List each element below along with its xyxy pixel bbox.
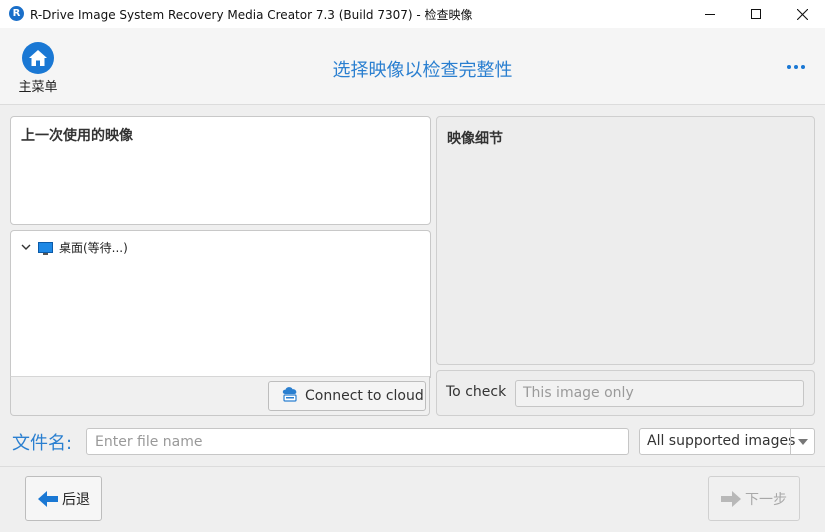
minimize-icon xyxy=(705,14,715,15)
image-details-heading: 映像细节 xyxy=(447,131,503,147)
tree-item-desktop[interactable]: 桌面(等待...) xyxy=(20,239,128,256)
desktop-icon xyxy=(38,242,53,255)
chevron-down-icon[interactable] xyxy=(20,242,32,254)
file-name-label: 文件名: xyxy=(12,433,73,454)
image-type-select[interactable]: All supported images xyxy=(639,428,815,455)
image-type-value: All supported images xyxy=(647,433,796,449)
close-button[interactable] xyxy=(779,0,825,28)
window-title: R-Drive Image System Recovery Media Crea… xyxy=(30,8,473,22)
dropdown-arrow-icon[interactable] xyxy=(790,429,815,454)
minimize-button[interactable] xyxy=(687,0,733,28)
arrow-right-icon xyxy=(721,490,741,507)
maximize-icon xyxy=(751,9,761,19)
more-dot xyxy=(801,65,805,69)
folder-tree-panel[interactable]: 桌面(等待...) xyxy=(10,230,431,378)
recent-images-panel[interactable]: 上一次使用的映像 xyxy=(10,116,431,225)
file-name-input[interactable]: Enter file name xyxy=(86,428,629,455)
arrow-left-icon xyxy=(38,490,58,507)
image-details-panel: 映像细节 xyxy=(436,116,815,365)
connect-cloud-button[interactable]: Connect to cloud xyxy=(268,381,426,411)
back-button[interactable]: 后退 xyxy=(25,476,102,521)
to-check-field: This image only xyxy=(515,380,804,407)
cloud-icon xyxy=(281,386,299,406)
close-icon xyxy=(796,8,808,20)
more-dots-icon xyxy=(787,65,791,69)
recent-images-heading: 上一次使用的映像 xyxy=(21,128,133,144)
back-label: 后退 xyxy=(62,491,90,508)
to-check-label: To check xyxy=(446,384,507,400)
title-bar: R R-Drive Image System Recovery Media Cr… xyxy=(0,0,825,28)
tree-item-label: 桌面(等待...) xyxy=(59,241,128,255)
page-title: 选择映像以检查完整性 xyxy=(332,60,513,81)
app-logo-icon: R xyxy=(9,6,24,21)
footer-divider xyxy=(0,466,825,467)
next-button[interactable]: 下一步 xyxy=(708,476,800,521)
more-options-button[interactable] xyxy=(784,60,808,74)
maximize-button[interactable] xyxy=(733,0,779,28)
connect-cloud-label: Connect to cloud xyxy=(305,388,424,404)
more-dot xyxy=(794,65,798,69)
next-label: 下一步 xyxy=(745,491,787,508)
